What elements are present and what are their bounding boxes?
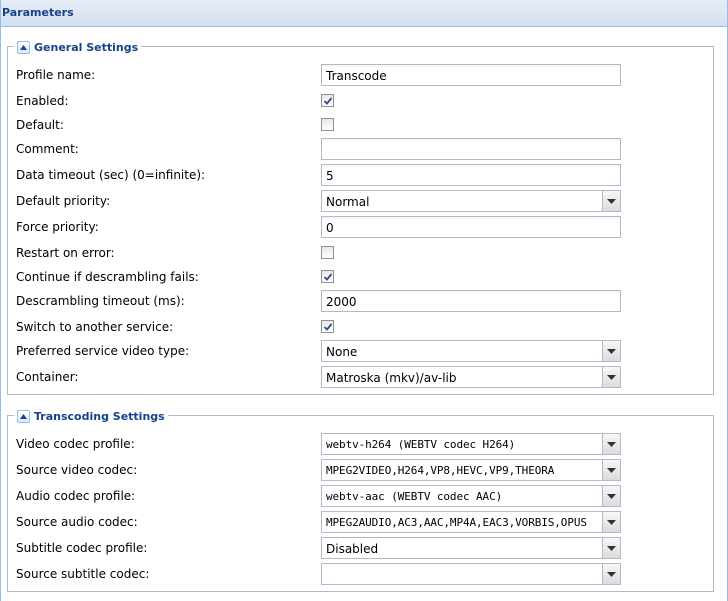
preferred-video-type-value: None [326,345,358,359]
default-priority-select[interactable]: Normal [321,190,621,212]
data-timeout-row: Data timeout (sec) (0=infinite): 5 [16,164,621,186]
source-video-codec-row: Source video codec: MPEG2VIDEO,H264,VP8,… [16,459,621,481]
container-label: Container: [16,370,79,384]
preferred-video-type-label: Preferred service video type: [16,344,190,358]
restart-on-error-checkbox[interactable] [321,246,334,259]
subtitle-codec-profile-select[interactable]: Disabled [321,537,621,559]
audio-codec-profile-value: webtv-aac (WEBTV codec AAC) [326,490,503,503]
chevron-down-icon[interactable] [602,367,620,387]
source-audio-codec-value: MPEG2AUDIO,AC3,AAC,MP4A,EAC3,VORBIS,OPUS [326,516,587,529]
restart-on-error-row: Restart on error: [16,242,616,264]
source-subtitle-codec-row: Source subtitle codec: [16,563,621,585]
enabled-checkbox[interactable] [321,94,334,107]
enabled-row: Enabled: [16,90,616,112]
checkmark-icon [323,272,332,281]
descrambling-timeout-input[interactable]: 2000 [321,290,621,312]
default-row: Default: [16,114,616,136]
general-settings-legend: General Settings [14,39,142,55]
source-subtitle-codec-label: Source subtitle codec: [16,567,150,581]
general-settings-fieldset: General Settings Profile name: Transcode… [7,39,714,395]
chevron-down-icon[interactable] [602,434,620,454]
chevron-down-icon[interactable] [602,191,620,211]
preferred-video-type-select[interactable]: None [321,340,621,362]
subtitle-codec-profile-row: Subtitle codec profile: Disabled [16,537,621,559]
continue-descrambling-row: Continue if descrambling fails: [16,266,616,288]
audio-codec-profile-label: Audio codec profile: [16,489,136,503]
enabled-label: Enabled: [16,94,69,108]
source-audio-codec-row: Source audio codec: MPEG2AUDIO,AC3,AAC,M… [16,511,621,533]
source-video-codec-value: MPEG2VIDEO,H264,VP8,HEVC,VP9,THEORA [326,464,555,477]
chevron-down-icon[interactable] [602,341,620,361]
panel-body: General Settings Profile name: Transcode… [0,27,728,601]
collapse-toggle-icon[interactable] [17,409,30,423]
comment-row: Comment: [16,138,621,160]
video-codec-profile-value: webtv-h264 (WEBTV codec H264) [326,438,516,451]
profile-name-label: Profile name: [16,68,96,82]
descrambling-timeout-label: Descrambling timeout (ms): [16,294,185,308]
checkmark-icon [323,96,332,105]
default-checkbox[interactable] [321,118,334,131]
switch-service-label: Switch to another service: [16,320,174,334]
collapse-toggle-icon[interactable] [17,40,30,54]
restart-on-error-label: Restart on error: [16,246,115,260]
audio-codec-profile-select[interactable]: webtv-aac (WEBTV codec AAC) [321,485,621,507]
comment-label: Comment: [16,142,79,156]
force-priority-label: Force priority: [16,220,99,234]
data-timeout-input[interactable]: 5 [321,164,621,186]
transcoding-settings-fieldset: Transcoding Settings Video codec profile… [7,408,714,592]
chevron-down-icon[interactable] [602,564,620,584]
continue-descrambling-checkbox[interactable] [321,270,334,283]
source-audio-codec-select[interactable]: MPEG2AUDIO,AC3,AAC,MP4A,EAC3,VORBIS,OPUS [321,511,621,533]
preferred-video-type-row: Preferred service video type: None [16,340,621,362]
comment-input[interactable] [321,138,621,160]
chevron-down-icon[interactable] [602,486,620,506]
container-value: Matroska (mkv)/av-lib [326,371,457,385]
source-video-codec-label: Source video codec: [16,463,138,477]
continue-descrambling-label: Continue if descrambling fails: [16,270,199,284]
data-timeout-label: Data timeout (sec) (0=infinite): [16,168,206,182]
chevron-down-icon[interactable] [602,512,620,532]
default-priority-label: Default priority: [16,194,111,208]
video-codec-profile-select[interactable]: webtv-h264 (WEBTV codec H264) [321,433,621,455]
video-codec-profile-row: Video codec profile: webtv-h264 (WEBTV c… [16,433,621,455]
video-codec-profile-label: Video codec profile: [16,437,135,451]
default-label: Default: [16,118,64,132]
subtitle-codec-profile-value: Disabled [326,542,379,556]
transcoding-settings-legend: Transcoding Settings [14,408,168,424]
chevron-down-icon[interactable] [602,460,620,480]
descrambling-timeout-row: Descrambling timeout (ms): 2000 [16,290,621,312]
source-audio-codec-label: Source audio codec: [16,515,138,529]
general-settings-title: General Settings [34,40,139,54]
transcoding-settings-title: Transcoding Settings [34,409,165,423]
force-priority-row: Force priority: 0 [16,216,621,238]
panel-header: Parameters [0,0,728,27]
switch-service-row: Switch to another service: [16,316,616,338]
container-select[interactable]: Matroska (mkv)/av-lib [321,366,621,388]
container-row: Container: Matroska (mkv)/av-lib [16,366,621,388]
subtitle-codec-profile-label: Subtitle codec profile: [16,541,148,555]
profile-name-row: Profile name: Transcode [16,64,621,86]
panel-title: Parameters [2,6,74,19]
checkmark-icon [323,322,332,331]
default-priority-row: Default priority: Normal [16,190,621,212]
default-priority-value: Normal [326,195,370,209]
audio-codec-profile-row: Audio codec profile: webtv-aac (WEBTV co… [16,485,621,507]
source-subtitle-codec-select[interactable] [321,563,621,585]
profile-name-input[interactable]: Transcode [321,64,621,86]
chevron-down-icon[interactable] [602,538,620,558]
force-priority-input[interactable]: 0 [321,216,621,238]
source-video-codec-select[interactable]: MPEG2VIDEO,H264,VP8,HEVC,VP9,THEORA [321,459,621,481]
switch-service-checkbox[interactable] [321,320,334,333]
